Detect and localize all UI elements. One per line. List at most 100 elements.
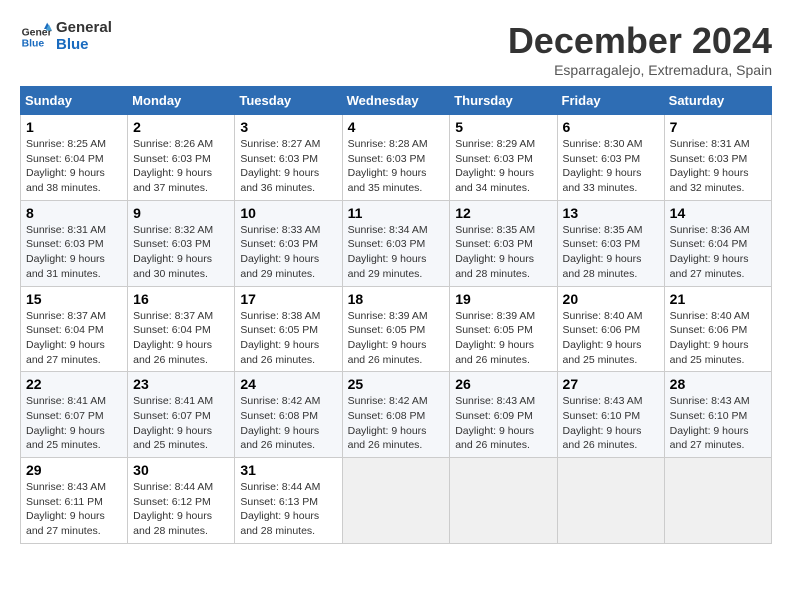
title-block: December 2024 Esparragalejo, Extremadura… (508, 20, 772, 78)
day-number: 25 (348, 376, 445, 392)
day-number: 29 (26, 462, 122, 478)
day-number: 13 (563, 205, 659, 221)
day-info: Sunrise: 8:35 AM Sunset: 6:03 PM Dayligh… (563, 223, 659, 282)
day-cell: 13 Sunrise: 8:35 AM Sunset: 6:03 PM Dayli… (557, 200, 664, 286)
calendar-table: SundayMondayTuesdayWednesdayThursdayFrid… (20, 86, 772, 544)
day-info: Sunrise: 8:32 AM Sunset: 6:03 PM Dayligh… (133, 223, 229, 282)
day-number: 7 (670, 119, 766, 135)
day-cell: 26Sunrise: 8:43 AM Sunset: 6:09 PM Dayli… (450, 372, 557, 458)
day-cell: 7 Sunrise: 8:31 AM Sunset: 6:03 PM Daylig… (664, 115, 771, 201)
day-cell: 10 Sunrise: 8:33 AM Sunset: 6:03 PM Dayli… (235, 200, 342, 286)
day-info: Sunrise: 8:43 AM Sunset: 6:11 PM Dayligh… (26, 480, 122, 539)
col-header-saturday: Saturday (664, 87, 771, 115)
day-info: Sunrise: 8:43 AM Sunset: 6:10 PM Dayligh… (563, 394, 659, 453)
day-cell (664, 458, 771, 544)
day-cell: 5 Sunrise: 8:29 AM Sunset: 6:03 PM Daylig… (450, 115, 557, 201)
day-cell: 22 Sunrise: 8:41 AM Sunset: 6:07 PM Dayli… (21, 372, 128, 458)
day-info: Sunrise: 8:42 AM Sunset: 6:08 PM Dayligh… (348, 394, 445, 453)
day-number: 3 (240, 119, 336, 135)
day-cell: 21Sunrise: 8:40 AM Sunset: 6:06 PM Dayli… (664, 286, 771, 372)
month-title: December 2024 (508, 20, 772, 62)
logo-icon: General Blue (20, 21, 52, 53)
day-info: Sunrise: 8:34 AM Sunset: 6:03 PM Dayligh… (348, 223, 445, 282)
day-info: Sunrise: 8:44 AM Sunset: 6:13 PM Dayligh… (240, 480, 336, 539)
day-number: 8 (26, 205, 122, 221)
logo: General Blue General Blue (20, 20, 112, 53)
day-info: Sunrise: 8:33 AM Sunset: 6:03 PM Dayligh… (240, 223, 336, 282)
day-info: Sunrise: 8:39 AM Sunset: 6:05 PM Dayligh… (348, 309, 445, 368)
day-cell: 28 Sunrise: 8:43 AM Sunset: 6:10 PM Dayli… (664, 372, 771, 458)
day-number: 15 (26, 291, 122, 307)
day-info: Sunrise: 8:29 AM Sunset: 6:03 PM Dayligh… (455, 137, 551, 196)
day-cell: 17 Sunrise: 8:38 AM Sunset: 6:05 PM Dayli… (235, 286, 342, 372)
week-row-2: 8 Sunrise: 8:31 AM Sunset: 6:03 PM Daylig… (21, 200, 772, 286)
day-number: 26 (455, 376, 551, 392)
logo-general: General (56, 20, 112, 37)
day-info: Sunrise: 8:38 AM Sunset: 6:05 PM Dayligh… (240, 309, 336, 368)
day-info: Sunrise: 8:28 AM Sunset: 6:03 PM Dayligh… (348, 137, 445, 196)
day-cell: 18 Sunrise: 8:39 AM Sunset: 6:05 PM Dayli… (342, 286, 450, 372)
day-cell: 31Sunrise: 8:44 AM Sunset: 6:13 PM Dayli… (235, 458, 342, 544)
day-info: Sunrise: 8:25 AM Sunset: 6:04 PM Dayligh… (26, 137, 122, 196)
day-info: Sunrise: 8:31 AM Sunset: 6:03 PM Dayligh… (26, 223, 122, 282)
day-cell: 3Sunrise: 8:27 AM Sunset: 6:03 PM Daylig… (235, 115, 342, 201)
day-cell (557, 458, 664, 544)
day-cell: 24 Sunrise: 8:42 AM Sunset: 6:08 PM Dayli… (235, 372, 342, 458)
day-info: Sunrise: 8:41 AM Sunset: 6:07 PM Dayligh… (26, 394, 122, 453)
day-info: Sunrise: 8:37 AM Sunset: 6:04 PM Dayligh… (26, 309, 122, 368)
day-cell: 8 Sunrise: 8:31 AM Sunset: 6:03 PM Daylig… (21, 200, 128, 286)
day-cell: 27 Sunrise: 8:43 AM Sunset: 6:10 PM Dayli… (557, 372, 664, 458)
col-header-tuesday: Tuesday (235, 87, 342, 115)
day-info: Sunrise: 8:42 AM Sunset: 6:08 PM Dayligh… (240, 394, 336, 453)
day-cell (450, 458, 557, 544)
day-number: 24 (240, 376, 336, 392)
header-row: SundayMondayTuesdayWednesdayThursdayFrid… (21, 87, 772, 115)
col-header-wednesday: Wednesday (342, 87, 450, 115)
col-header-thursday: Thursday (450, 87, 557, 115)
col-header-sunday: Sunday (21, 87, 128, 115)
day-cell: 9 Sunrise: 8:32 AM Sunset: 6:03 PM Daylig… (128, 200, 235, 286)
day-info: Sunrise: 8:26 AM Sunset: 6:03 PM Dayligh… (133, 137, 229, 196)
day-number: 22 (26, 376, 122, 392)
day-number: 28 (670, 376, 766, 392)
day-number: 12 (455, 205, 551, 221)
week-row-4: 22 Sunrise: 8:41 AM Sunset: 6:07 PM Dayli… (21, 372, 772, 458)
page-header: General Blue General Blue December 2024 … (20, 20, 772, 78)
logo-blue: Blue (56, 37, 112, 54)
day-number: 20 (563, 291, 659, 307)
col-header-friday: Friday (557, 87, 664, 115)
day-cell: 25 Sunrise: 8:42 AM Sunset: 6:08 PM Dayli… (342, 372, 450, 458)
day-cell: 19Sunrise: 8:39 AM Sunset: 6:05 PM Dayli… (450, 286, 557, 372)
day-number: 14 (670, 205, 766, 221)
day-number: 10 (240, 205, 336, 221)
day-cell: 12 Sunrise: 8:35 AM Sunset: 6:03 PM Dayli… (450, 200, 557, 286)
day-number: 16 (133, 291, 229, 307)
day-cell: 29 Sunrise: 8:43 AM Sunset: 6:11 PM Dayli… (21, 458, 128, 544)
day-info: Sunrise: 8:40 AM Sunset: 6:06 PM Dayligh… (563, 309, 659, 368)
day-number: 21 (670, 291, 766, 307)
week-row-3: 15 Sunrise: 8:37 AM Sunset: 6:04 PM Dayli… (21, 286, 772, 372)
day-number: 5 (455, 119, 551, 135)
day-info: Sunrise: 8:31 AM Sunset: 6:03 PM Dayligh… (670, 137, 766, 196)
day-cell (342, 458, 450, 544)
day-cell: 4 Sunrise: 8:28 AM Sunset: 6:03 PM Daylig… (342, 115, 450, 201)
day-cell: 30 Sunrise: 8:44 AM Sunset: 6:12 PM Dayli… (128, 458, 235, 544)
day-number: 4 (348, 119, 445, 135)
day-cell: 20 Sunrise: 8:40 AM Sunset: 6:06 PM Dayli… (557, 286, 664, 372)
day-number: 30 (133, 462, 229, 478)
day-number: 18 (348, 291, 445, 307)
day-number: 19 (455, 291, 551, 307)
day-number: 1 (26, 119, 122, 135)
day-info: Sunrise: 8:35 AM Sunset: 6:03 PM Dayligh… (455, 223, 551, 282)
day-number: 6 (563, 119, 659, 135)
day-number: 17 (240, 291, 336, 307)
location-subtitle: Esparragalejo, Extremadura, Spain (508, 62, 772, 78)
week-row-1: 1 Sunrise: 8:25 AM Sunset: 6:04 PM Daylig… (21, 115, 772, 201)
day-info: Sunrise: 8:41 AM Sunset: 6:07 PM Dayligh… (133, 394, 229, 453)
day-info: Sunrise: 8:43 AM Sunset: 6:10 PM Dayligh… (670, 394, 766, 453)
day-number: 27 (563, 376, 659, 392)
day-number: 9 (133, 205, 229, 221)
day-cell: 16 Sunrise: 8:37 AM Sunset: 6:04 PM Dayli… (128, 286, 235, 372)
day-info: Sunrise: 8:44 AM Sunset: 6:12 PM Dayligh… (133, 480, 229, 539)
day-info: Sunrise: 8:37 AM Sunset: 6:04 PM Dayligh… (133, 309, 229, 368)
